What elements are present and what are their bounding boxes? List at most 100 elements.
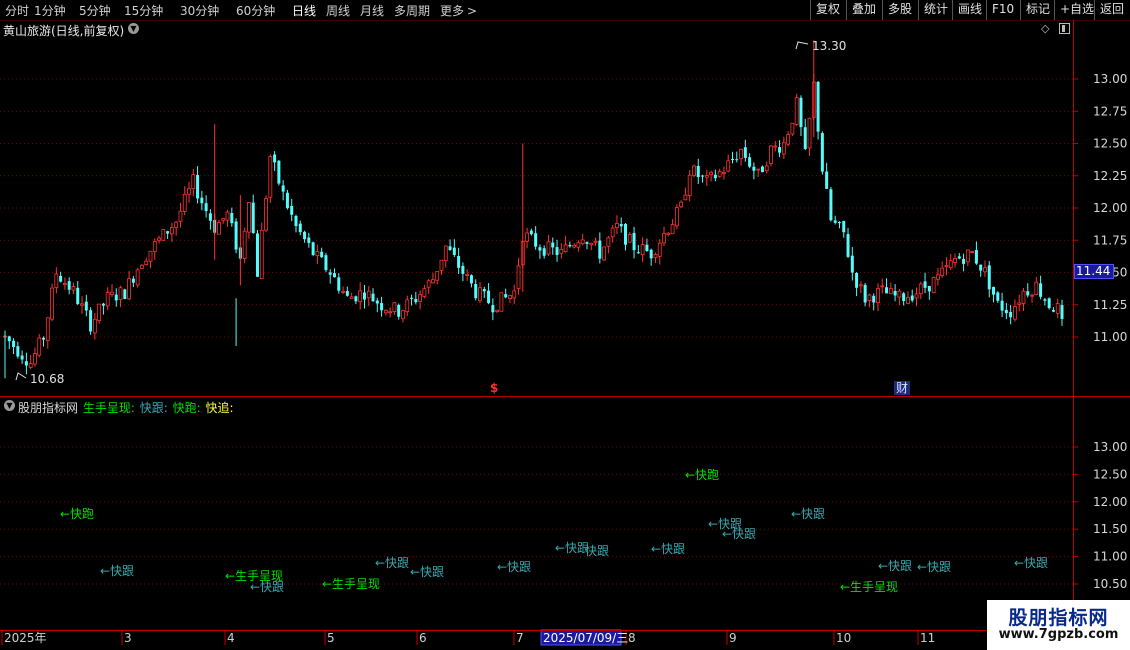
candle-body-up <box>401 310 405 320</box>
indicator-signals: ←快跑←快跟 ←生手呈现←快跟 ←生手呈现←快跟←快跟 ←快跟←快跟快跟 ←快跟←快跑←… <box>60 468 1048 594</box>
candle-body-down <box>371 293 375 302</box>
tab-monthly[interactable]: 月线 <box>360 2 384 19</box>
candle-body-down <box>829 189 833 221</box>
candle-body-down <box>20 355 24 360</box>
candle-body-up <box>687 174 692 196</box>
signal-label: ←快跟 <box>375 556 409 570</box>
candle-body-down <box>285 192 289 209</box>
candle-body-up <box>71 286 76 291</box>
candle-body-down <box>298 223 302 233</box>
tab-30min[interactable]: 30分钟 <box>180 2 219 19</box>
fuquan-button[interactable]: 复权 <box>810 0 846 20</box>
overlay-button[interactable]: 叠加 <box>846 0 882 20</box>
candle-body-down <box>200 197 204 204</box>
candle-body-up <box>983 267 987 273</box>
signal-label: 快跟 <box>585 544 609 558</box>
price-tick-label: 11.00 <box>1093 330 1127 344</box>
time-tick-label: 6 <box>419 631 427 645</box>
candle-body-up <box>931 277 936 294</box>
candle-body-up <box>717 171 722 177</box>
finance-marker[interactable]: 财 <box>896 381 908 395</box>
candle-body-up <box>918 283 923 295</box>
candle-body-down <box>803 127 807 149</box>
price-tick-label: 11.25 <box>1093 298 1127 312</box>
tab-fenshi[interactable]: 分时 <box>5 2 29 19</box>
candle-body-down <box>820 133 824 172</box>
candle-body-up <box>888 288 893 294</box>
mark-button[interactable]: 标记 <box>1020 0 1054 20</box>
candle-body-up <box>405 299 410 313</box>
candle-body-up <box>45 317 50 341</box>
selected-date-label: 2025/07/09/三 <box>543 631 628 645</box>
candle-body-down <box>487 290 491 304</box>
candle-body-up <box>443 245 448 261</box>
window-toggle-icon[interactable] <box>1059 23 1070 34</box>
candle-body-down <box>743 147 747 158</box>
candle-body-up <box>426 280 431 288</box>
indicator-tick-label: 12.00 <box>1093 495 1127 509</box>
candle-body-down <box>281 185 285 192</box>
tab-15min[interactable]: 15分钟 <box>124 2 163 19</box>
candle-body-up <box>726 160 731 172</box>
candle-body-down <box>760 166 764 173</box>
price-tick-label: 12.75 <box>1093 104 1127 118</box>
stats-button[interactable]: 统计 <box>918 0 952 20</box>
price-tick-label: 12.00 <box>1093 201 1127 215</box>
current-price-value: 11.44 <box>1076 264 1111 278</box>
candle-body-down <box>238 247 242 259</box>
candle-body-down <box>457 256 461 268</box>
tab-multi-period[interactable]: 多周期 <box>394 2 430 19</box>
candle-body-up <box>709 171 713 176</box>
signal-label: ←快跟 <box>722 527 756 541</box>
candle-body-up <box>756 168 761 171</box>
candle-body-up <box>178 210 183 222</box>
tab-daily[interactable]: 日线 <box>292 2 316 19</box>
time-tick-label: 8 <box>628 631 636 645</box>
candle-body-up <box>953 257 957 263</box>
add-favorite-button[interactable]: +自选 <box>1054 0 1094 20</box>
kline-chart[interactable]: 13.00 12.75 12.50 12.25 12.00 11.75 11.50 11.25… <box>0 0 1130 650</box>
legend-shengshou: 生手呈现: <box>82 401 135 415</box>
tab-weekly[interactable]: 周线 <box>326 2 350 19</box>
signal-label: ←快跟 <box>878 559 912 573</box>
candle-body-up <box>559 248 564 254</box>
candle-body-up <box>807 117 812 149</box>
candle-body-up <box>259 229 264 280</box>
candle-body-up <box>50 287 54 320</box>
candle-body-down <box>735 159 739 161</box>
candle-body-up <box>37 337 42 356</box>
chevron-down-icon[interactable]: ▼ <box>128 23 139 34</box>
back-button[interactable]: 返回 <box>1094 0 1130 20</box>
candle-body-up <box>127 278 132 300</box>
candle-body-down <box>230 213 234 224</box>
candle-body-up <box>811 81 816 118</box>
candle-body-up <box>674 207 679 227</box>
f10-button[interactable]: F10 <box>986 0 1020 20</box>
candle-body-down <box>632 232 636 251</box>
diamond-icon[interactable]: ◇ <box>1041 22 1049 35</box>
tab-60min[interactable]: 60分钟 <box>236 2 275 19</box>
multi-stock-button[interactable]: 多股 <box>882 0 918 20</box>
candle-body-up <box>54 273 59 288</box>
candle-body-down <box>461 265 465 274</box>
candle-body-down <box>957 256 961 259</box>
candle-body-up <box>948 260 953 269</box>
candle-body-down <box>974 249 978 264</box>
candle-body-down <box>324 255 328 271</box>
tab-1min[interactable]: 1分钟 <box>34 2 66 19</box>
candle-body-down <box>778 147 782 153</box>
candle-body-up <box>739 148 743 160</box>
candle-body-up <box>576 242 581 248</box>
signal-label: ←快跑 <box>60 507 94 521</box>
candle-body-down <box>337 277 341 291</box>
candle-body-down <box>123 289 127 300</box>
indicator-legend: 股朋指标网 生手呈现: 快跟: 快跑: 快追: <box>18 399 235 416</box>
tab-more[interactable]: 更多 > <box>440 2 477 19</box>
candle-body-up <box>161 229 166 241</box>
indicator-menu-icon[interactable]: ▼ <box>4 400 15 411</box>
tab-5min[interactable]: 5分钟 <box>79 2 111 19</box>
indicator-name[interactable]: 股朋指标网 <box>18 401 78 415</box>
candle-body-up <box>242 230 247 260</box>
draw-line-button[interactable]: 画线 <box>952 0 986 20</box>
candle-body-up <box>525 232 529 242</box>
